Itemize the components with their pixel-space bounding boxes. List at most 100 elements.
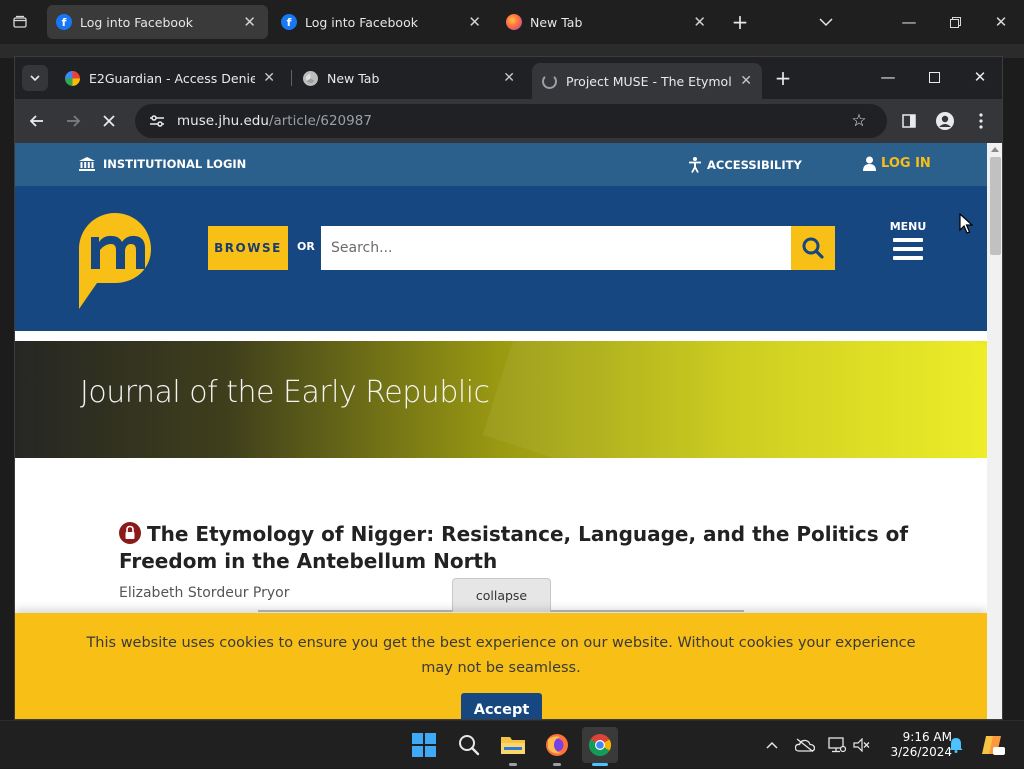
log-in-label: LOG IN [881,156,931,171]
user-icon [863,156,876,171]
google-icon [65,70,80,86]
close-icon[interactable]: ✕ [740,73,752,89]
bookmark-star-icon[interactable]: ☆ [845,107,873,135]
tab-search-button[interactable] [22,65,48,91]
facebook-icon: f [281,14,297,30]
facebook-icon: f [56,14,72,30]
new-tab-button[interactable]: + [771,64,795,92]
windows-icon [412,733,436,757]
chevron-down-icon [30,74,40,81]
tab-title: New Tab [530,14,583,30]
tab-title: New Tab [327,70,380,86]
close-icon[interactable]: ✕ [243,13,256,31]
url-path: /article/620987 [268,113,372,129]
accept-cookies-button[interactable]: Accept [461,693,542,719]
clock-time: 9:16 AM [902,730,952,744]
search-button[interactable] [791,226,835,270]
minimize-button[interactable]: — [886,0,932,44]
tab-title: Project MUSE - The Etymology [566,73,732,89]
institution-icon [79,157,95,171]
article-author[interactable]: Elizabeth Stordeur Pryor [119,585,289,601]
profile-button[interactable] [931,107,959,135]
firefox-taskbar-button[interactable] [539,727,575,763]
search-taskbar-button[interactable] [451,727,487,763]
file-explorer-button[interactable] [495,727,531,763]
running-indicator [553,763,561,766]
show-hidden-icons-button[interactable] [762,721,782,769]
outer-tab-facebook-1[interactable]: f Log into Facebook ✕ [47,5,268,39]
accessibility-link[interactable]: ACCESSIBILITY [688,157,802,173]
accessibility-label: ACCESSIBILITY [707,158,802,172]
collapse-button[interactable]: collapse [452,578,551,612]
close-icon[interactable]: ✕ [468,13,481,31]
url-host: muse.jhu.edu [177,113,269,129]
institutional-login-link[interactable]: INSTITUTIONAL LOGIN [79,157,246,171]
search-icon [459,735,480,756]
accessibility-icon [689,157,701,173]
menu-label: MENU [889,220,927,233]
chrome-icon [303,70,318,86]
chrome-toolbar: muse.jhu.edu/article/620987 ☆ [15,99,1002,143]
project-muse-logo[interactable] [77,211,153,311]
search-icon [802,237,824,259]
arrow-left-icon [29,115,43,127]
menu-button[interactable]: MENU [887,220,929,260]
outer-tab-new-tab[interactable]: New Tab ✕ [497,5,718,39]
cookie-banner: This website uses cookies to ensure you … [15,613,987,719]
network-icon[interactable] [826,721,848,769]
chrome-window: E2Guardian - Access Denied ✕ New Tab ✕ P… [14,56,1003,720]
profile-icon [936,112,954,130]
firefox-icon [546,734,568,756]
folder-icon [501,737,525,754]
chrome-taskbar-button[interactable] [582,727,618,763]
web-page: INSTITUTIONAL LOGIN ACCESSIBILITY LOG IN… [15,143,987,719]
side-panel-icon [902,114,916,128]
kebab-icon [979,113,983,129]
site-info-icon[interactable] [149,114,165,128]
scrollbar-thumb[interactable] [990,157,1001,255]
close-window-button[interactable]: ✕ [958,57,1002,97]
side-panel-button[interactable] [895,107,923,135]
loading-icon [542,73,557,89]
back-button[interactable] [23,107,51,135]
close-icon[interactable]: ✕ [503,70,515,86]
restore-button[interactable] [932,0,978,44]
chevron-up-icon [766,741,778,749]
copilot-icon[interactable] [978,721,1008,769]
new-tab-button[interactable]: + [728,8,752,36]
tab-actions-icon[interactable] [6,8,34,36]
notification-bell-icon[interactable] [946,721,966,769]
cookie-message: This website uses cookies to ensure you … [86,635,916,676]
taskbar: 9:16 AM 3/26/2024 [0,720,1024,768]
volume-muted-icon[interactable] [852,721,872,769]
forward-button[interactable] [59,107,87,135]
start-button[interactable] [406,727,442,763]
maximize-button[interactable] [912,57,956,97]
chrome-tab-new-tab[interactable]: New Tab ✕ [293,63,525,93]
article-title: The Etymology of Nigger: Resistance, Lan… [119,521,909,575]
address-bar[interactable]: muse.jhu.edu/article/620987 [135,104,887,138]
close-window-button[interactable]: ✕ [978,0,1024,44]
tab-title: E2Guardian - Access Denied [89,70,256,86]
lock-icon [119,522,141,544]
chrome-tab-e2guardian[interactable]: E2Guardian - Access Denied ✕ [55,63,285,93]
site-header: BROWSE OR MENU [15,186,987,331]
active-indicator [592,763,608,766]
search-input[interactable] [321,226,791,270]
close-icon[interactable]: ✕ [263,70,275,86]
more-menu-button[interactable] [967,107,995,135]
close-icon[interactable]: ✕ [693,13,706,31]
institutional-login-label: INSTITUTIONAL LOGIN [103,157,247,171]
minimize-button[interactable]: — [866,57,910,97]
stop-loading-button[interactable] [95,107,123,135]
chrome-tab-project-muse[interactable]: Project MUSE - The Etymology ✕ [532,63,762,99]
journal-title[interactable]: Journal of the Early Republic [80,375,490,410]
tab-list-button[interactable] [814,10,838,34]
browse-button[interactable]: BROWSE [208,226,288,270]
system-clock[interactable]: 9:16 AM 3/26/2024 [880,730,952,760]
clock-date: 3/26/2024 [890,745,952,759]
onedrive-icon[interactable] [794,721,816,769]
outer-tab-facebook-2[interactable]: f Log into Facebook ✕ [272,5,493,39]
arrow-right-icon [67,115,81,127]
log-in-link[interactable]: LOG IN [863,156,931,171]
